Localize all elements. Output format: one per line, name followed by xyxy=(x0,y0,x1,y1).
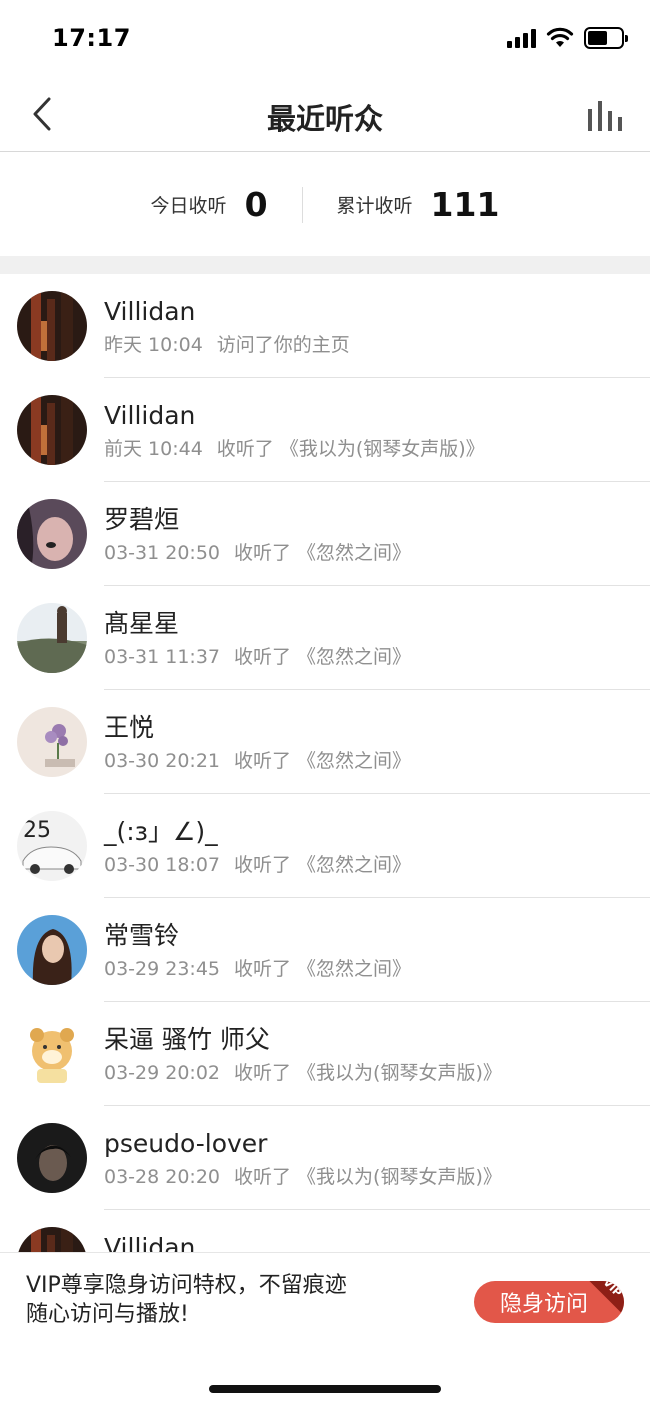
page-title: 最近听众 xyxy=(266,102,383,136)
listener-row[interactable]: 罗碧烜 03-31 20:50 收听了 《忽然之间》 xyxy=(0,482,650,586)
avatar[interactable] xyxy=(17,915,87,985)
today-value: 0 xyxy=(244,185,268,224)
invisible-visit-button[interactable]: 隐身访问 VIP xyxy=(474,1281,624,1323)
listener-name[interactable]: 王悦 xyxy=(104,712,650,744)
listener-activity: 昨天 10:04 访问了你的主页 xyxy=(104,332,650,358)
activity-time: 昨天 10:04 xyxy=(104,334,203,356)
activity-text: 收听了 《忽然之间》 xyxy=(234,750,412,772)
listener-row[interactable]: 王悦 03-30 20:21 收听了 《忽然之间》 xyxy=(0,690,650,794)
activity-text: 收听了 《忽然之间》 xyxy=(234,854,412,876)
avatar[interactable] xyxy=(17,1227,87,1252)
listener-name[interactable]: 罗碧烜 xyxy=(104,504,650,536)
listener-activity: 03-28 20:20 收听了 《我以为(钢琴女声版)》 xyxy=(104,1164,650,1190)
listener-name[interactable]: _(:з」∠)_ xyxy=(104,816,650,848)
status-bar: 17:17 xyxy=(0,0,650,80)
svg-text:25: 25 xyxy=(23,818,51,843)
listener-activity: 03-29 20:02 收听了 《我以为(钢琴女声版)》 xyxy=(104,1060,650,1086)
activity-time: 前天 10:44 xyxy=(104,438,203,460)
listener-activity: 03-31 11:37 收听了 《忽然之间》 xyxy=(104,644,650,670)
avatar[interactable] xyxy=(17,1123,87,1193)
listener-name[interactable]: Villidan xyxy=(104,296,650,328)
today-label: 今日收听 xyxy=(150,195,227,217)
invisible-visit-label: 隐身访问 xyxy=(500,1292,589,1317)
listener-activity: 前天 10:44 收听了 《我以为(钢琴女声版)》 xyxy=(104,436,650,462)
listener-activity: 03-30 20:21 收听了 《忽然之间》 xyxy=(104,748,650,774)
listener-name[interactable]: Villidan xyxy=(104,400,650,432)
vip-promo-text: VIP尊享隐身访问特权，不留痕迹随心访问与播放! xyxy=(26,1273,347,1327)
listener-row[interactable]: 髙星星 03-31 11:37 收听了 《忽然之间》 xyxy=(0,586,650,690)
listener-row[interactable]: Villidan 昨天 10:04 访问了你的主页 xyxy=(0,274,650,378)
avatar[interactable] xyxy=(17,291,87,361)
activity-time: 03-29 23:45 xyxy=(104,958,221,980)
activity-text: 收听了 《忽然之间》 xyxy=(234,958,412,980)
avatar[interactable] xyxy=(17,707,87,777)
total-value: 111 xyxy=(430,185,500,224)
activity-time: 03-30 20:21 xyxy=(104,750,221,772)
activity-text: 访问了你的主页 xyxy=(216,334,350,356)
listener-name[interactable]: 髙星星 xyxy=(104,608,650,640)
listener-list[interactable]: Villidan 昨天 10:04 访问了你的主页 Villidan 前天 10:… xyxy=(0,274,650,1252)
avatar[interactable] xyxy=(17,395,87,465)
activity-time: 03-31 20:50 xyxy=(104,542,221,564)
avatar[interactable] xyxy=(17,1019,87,1089)
listener-name[interactable]: 呆逼 骚竹 师父 xyxy=(104,1024,650,1056)
total-stat: 累计收听 111 xyxy=(337,185,500,224)
vip-badge: VIP xyxy=(585,1281,624,1315)
wifi-icon xyxy=(546,27,574,47)
signal-icon xyxy=(507,28,536,48)
activity-text: 收听了 《我以为(钢琴女声版)》 xyxy=(216,438,485,460)
activity-time: 03-28 20:20 xyxy=(104,1166,221,1188)
home-indicator[interactable] xyxy=(209,1385,441,1393)
avatar[interactable] xyxy=(17,603,87,673)
section-divider xyxy=(0,256,650,274)
avatar[interactable]: 25 xyxy=(17,811,87,881)
total-label: 累计收听 xyxy=(336,195,413,217)
listener-activity: 03-29 23:45 收听了 《忽然之间》 xyxy=(104,956,650,982)
listen-stats: 今日收听 0 累计收听 111 xyxy=(0,153,650,256)
activity-time: 03-31 11:37 xyxy=(104,646,221,668)
listener-name[interactable]: Villidan xyxy=(104,1232,650,1252)
listener-row[interactable]: Villidan xyxy=(0,1210,650,1252)
listener-activity: 03-30 18:07 收听了 《忽然之间》 xyxy=(104,852,650,878)
status-time: 17:17 xyxy=(52,24,131,52)
activity-time: 03-30 18:07 xyxy=(104,854,221,876)
vip-promo-bar: VIP尊享隐身访问特权，不留痕迹随心访问与播放! 隐身访问 VIP xyxy=(0,1252,650,1407)
status-icons xyxy=(507,27,628,49)
battery-icon xyxy=(584,27,628,49)
today-stat: 今日收听 0 xyxy=(151,185,268,224)
activity-text: 收听了 《忽然之间》 xyxy=(234,646,412,668)
stats-chart-button[interactable] xyxy=(586,97,626,133)
activity-time: 03-29 20:02 xyxy=(104,1062,221,1084)
stats-divider xyxy=(301,186,303,223)
activity-text: 收听了 《忽然之间》 xyxy=(234,542,412,564)
listener-row[interactable]: 常雪铃 03-29 23:45 收听了 《忽然之间》 xyxy=(0,898,650,1002)
activity-text: 收听了 《我以为(钢琴女声版)》 xyxy=(234,1166,502,1188)
listener-row[interactable]: Villidan 前天 10:44 收听了 《我以为(钢琴女声版)》 xyxy=(0,378,650,482)
listener-name[interactable]: 常雪铃 xyxy=(104,920,650,952)
bar-chart-icon xyxy=(588,101,622,131)
listener-name[interactable]: pseudo-lover xyxy=(104,1128,650,1160)
listener-row[interactable]: 呆逼 骚竹 师父 03-29 20:02 收听了 《我以为(钢琴女声版)》 xyxy=(0,1002,650,1106)
activity-text: 收听了 《我以为(钢琴女声版)》 xyxy=(234,1062,502,1084)
listener-activity: 03-31 20:50 收听了 《忽然之间》 xyxy=(104,540,650,566)
listener-row[interactable]: 25 _(:з」∠)_ 03-30 18:07 收听了 《忽然之间》 xyxy=(0,794,650,898)
nav-bar: 最近听众 xyxy=(0,80,650,152)
avatar[interactable] xyxy=(17,499,87,569)
listener-row[interactable]: pseudo-lover 03-28 20:20 收听了 《我以为(钢琴女声版)》 xyxy=(0,1106,650,1210)
